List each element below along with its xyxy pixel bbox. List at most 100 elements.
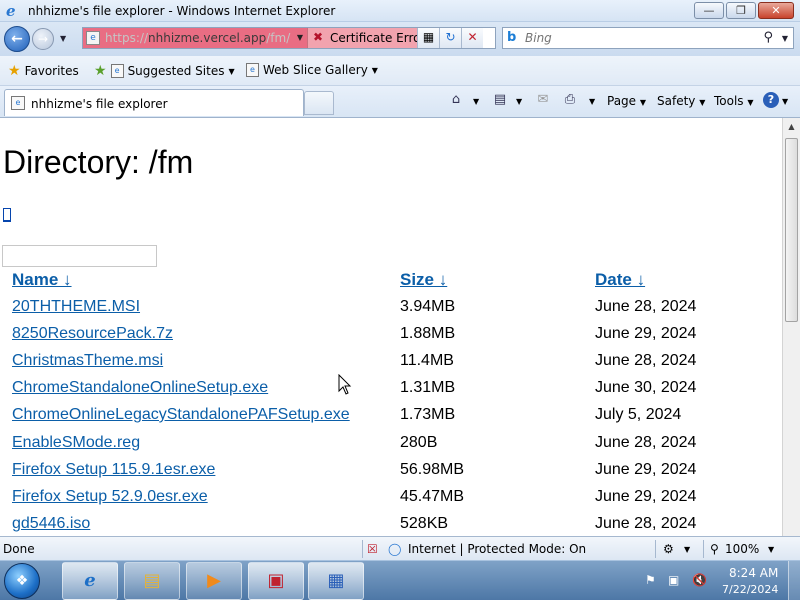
page-menu-label: Page (607, 94, 637, 108)
forward-button[interactable]: → (32, 28, 54, 50)
file-date: July 5, 2024 (595, 406, 682, 423)
home-icon[interactable]: ⌂ (448, 92, 464, 108)
file-link[interactable]: Firefox Setup 52.9.0esr.exe (12, 488, 208, 506)
blocked-content-icon[interactable]: ☒ (367, 542, 378, 556)
print-icon[interactable]: ⎙ (562, 92, 578, 108)
file-date: June 29, 2024 (595, 325, 697, 342)
file-size: 45.47MB (400, 488, 465, 505)
show-desktop-button[interactable] (788, 561, 800, 600)
stop-icon: ✕ (467, 30, 478, 44)
security-zone-label[interactable]: Internet | Protected Mode: On (408, 542, 586, 556)
search-icon[interactable]: ⚲ (763, 30, 773, 45)
internet-explorer-icon: e (84, 570, 96, 591)
recent-pages-dropdown-icon[interactable]: ▼ (60, 34, 66, 43)
column-header-name[interactable]: Name ↓ (12, 270, 72, 290)
zoom-level[interactable]: 100% (725, 542, 759, 556)
file-link[interactable]: gd5446.iso (12, 515, 90, 533)
taskbar-ie-button[interactable]: e (62, 562, 118, 600)
file-size: 528KB (400, 515, 449, 532)
start-button[interactable]: ❖ (4, 563, 40, 599)
file-link[interactable]: 20THTHEME.MSI (12, 298, 140, 316)
status-divider (362, 540, 363, 558)
certificate-error-label: Certificate Error (330, 31, 426, 45)
internet-zone-icon: ◯ (388, 542, 402, 556)
stop-button[interactable]: ✕ (461, 28, 483, 48)
accelerator-icon[interactable]: ⚙ (663, 542, 674, 556)
search-input[interactable] (525, 30, 765, 46)
suggested-sites-button[interactable]: ★ e Suggested Sites ▼ (94, 63, 235, 79)
taskbar-media-player-button[interactable]: ▶ (186, 562, 242, 600)
clock-date[interactable]: 7/22/2024 (722, 583, 778, 596)
file-link[interactable]: Firefox Setup 115.9.1esr.exe (12, 461, 215, 479)
column-header-date[interactable]: Date ↓ (595, 270, 645, 290)
control-panel-icon: ▦ (327, 570, 345, 591)
address-dropdown-icon[interactable]: ▼ (297, 33, 303, 42)
chevron-down-icon: ▼ (639, 98, 647, 107)
help-icon[interactable]: ? (763, 92, 779, 108)
close-button[interactable]: ✕ (758, 2, 794, 19)
favorites-bar: ★ Favorites ★ e Suggested Sites ▼ e Web … (0, 56, 800, 86)
print-dropdown-icon[interactable]: ▼ (589, 97, 595, 106)
clock-time[interactable]: 8:24 AM (729, 566, 778, 580)
taskbar-control-panel-button[interactable]: ▦ (308, 562, 364, 600)
window-controls: — ❐ ✕ (694, 2, 794, 19)
scroll-up-icon[interactable]: ▲ (783, 118, 800, 135)
page-favicon-icon: e (86, 31, 100, 45)
safety-menu[interactable]: Safety ▼ (657, 94, 705, 108)
safety-menu-label: Safety (657, 94, 696, 108)
file-link[interactable]: EnableSMode.reg (12, 434, 140, 452)
web-slice-gallery-label: Web Slice Gallery (263, 63, 368, 77)
volume-muted-icon[interactable]: 🔇 (692, 573, 707, 587)
web-slice-gallery-button[interactable]: e Web Slice Gallery ▼ (246, 63, 378, 77)
taskbar: ❖ e ▤ ▶ ▣ ▦ ⚑ ▣ 🔇 8:24 AM 7/22/2024 (0, 560, 800, 600)
action-center-flag-icon[interactable]: ⚑ (645, 573, 656, 587)
tools-menu-label: Tools (714, 94, 744, 108)
taskbar-toolbox-button[interactable]: ▣ (248, 562, 304, 600)
new-tab-button[interactable] (304, 91, 334, 115)
column-header-size[interactable]: Size ↓ (400, 270, 447, 290)
filter-input[interactable] (2, 245, 157, 267)
network-icon[interactable]: ▣ (668, 573, 679, 587)
title-bar: e nhhizme's file explorer - Windows Inte… (0, 0, 800, 22)
zoom-dropdown-icon[interactable]: ▼ (768, 545, 774, 554)
tab-active[interactable]: e nhhizme's file explorer (4, 89, 304, 116)
vertical-scrollbar[interactable]: ▲ (782, 118, 800, 536)
favorites-button[interactable]: ★ Favorites (8, 63, 79, 79)
favorites-label: Favorites (24, 64, 79, 78)
minimize-button[interactable]: — (694, 2, 724, 19)
feeds-icon[interactable]: ▤ (492, 92, 508, 108)
file-link[interactable]: ChromeOnlineLegacyStandalonePAFSetup.exe (12, 406, 350, 424)
search-options-dropdown-icon[interactable]: ▼ (782, 34, 788, 43)
zoom-icon[interactable]: ⚲ (710, 542, 719, 556)
table-row: ChromeStandaloneOnlineSetup.exe 1.31MB J… (0, 376, 782, 403)
page-menu[interactable]: Page ▼ (607, 94, 646, 108)
parent-directory-icon[interactable] (3, 208, 11, 222)
file-link[interactable]: ChristmasTheme.msi (12, 352, 163, 370)
file-size: 280B (400, 434, 438, 451)
scrollbar-thumb[interactable] (785, 138, 798, 322)
tools-menu[interactable]: Tools ▼ (714, 94, 754, 108)
read-mail-icon[interactable]: ✉ (535, 92, 551, 108)
file-size: 1.88MB (400, 325, 456, 342)
feeds-dropdown-icon[interactable]: ▼ (516, 97, 522, 106)
refresh-button[interactable]: ↻ (439, 28, 461, 48)
file-size: 1.31MB (400, 379, 456, 396)
accelerator-dropdown-icon[interactable]: ▼ (684, 545, 690, 554)
file-link[interactable]: 8250ResourcePack.7z (12, 325, 173, 343)
back-button[interactable]: ← (4, 26, 30, 52)
suggested-sites-label: Suggested Sites (127, 64, 225, 78)
home-dropdown-icon[interactable]: ▼ (473, 97, 479, 106)
maximize-button[interactable]: ❐ (726, 2, 756, 19)
compatibility-view-button[interactable]: ▦ (417, 28, 439, 48)
tab-favicon-icon: e (11, 96, 25, 110)
page-content: Directory: /fm Name ↓ Size ↓ Date ↓ 20TH… (0, 118, 782, 536)
status-bar: Done ☒ ◯ Internet | Protected Mode: On ⚙… (0, 536, 800, 560)
file-link[interactable]: ChromeStandaloneOnlineSetup.exe (12, 379, 268, 397)
table-row: gd5446.iso 528KB June 28, 2024 (0, 512, 782, 536)
certificate-error-button[interactable]: ✖ Certificate Error (307, 28, 425, 48)
address-url-field[interactable]: e https://nhhizme.vercel.app/fm/ ▼ (83, 28, 307, 48)
navigation-bar: ← → ▼ e https://nhhizme.vercel.app/fm/ ▼… (0, 22, 800, 56)
chevron-down-icon: ▼ (371, 65, 378, 75)
taskbar-explorer-button[interactable]: ▤ (124, 562, 180, 600)
help-dropdown-icon[interactable]: ▼ (782, 97, 788, 106)
